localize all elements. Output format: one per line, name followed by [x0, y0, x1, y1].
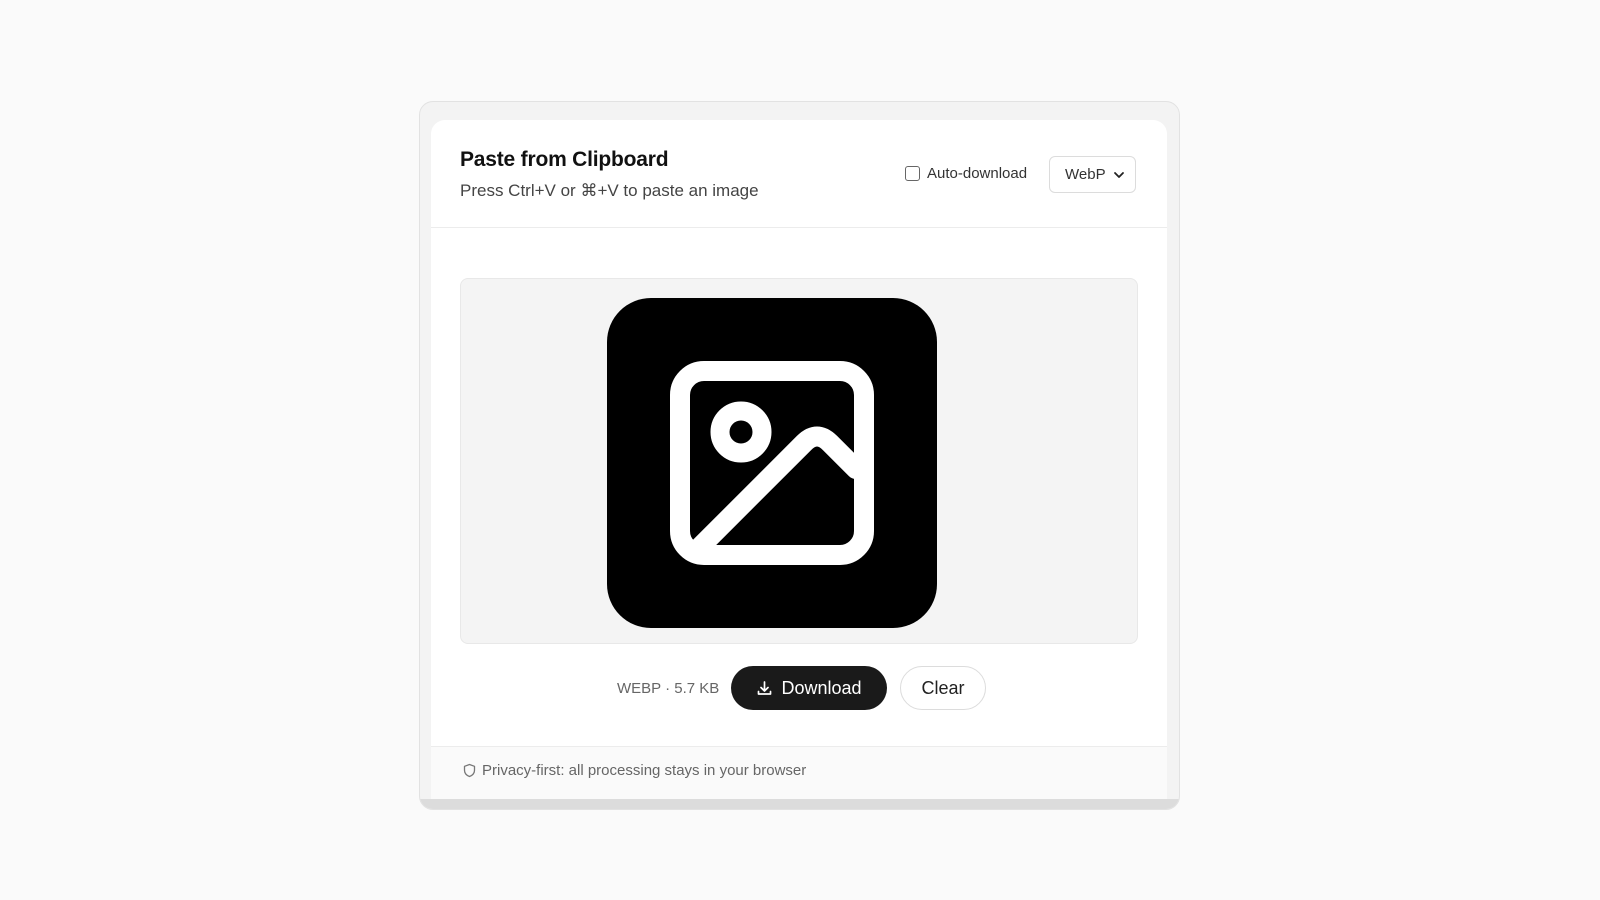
auto-download-toggle[interactable]: Auto-download	[905, 165, 1027, 182]
image-preview	[460, 278, 1138, 644]
paste-card: Paste from Clipboard Press Ctrl+V or ⌘+V…	[431, 120, 1167, 801]
auto-download-label: Auto-download	[927, 165, 1028, 182]
download-button[interactable]: Download	[731, 666, 887, 710]
clear-button[interactable]: Clear	[900, 666, 986, 710]
card-header: Paste from Clipboard Press Ctrl+V or ⌘+V…	[431, 120, 1167, 228]
shield-icon	[463, 763, 476, 778]
clear-label: Clear	[921, 677, 965, 698]
format-select-value: WebP	[1065, 166, 1106, 183]
auto-download-checkbox[interactable]	[905, 166, 920, 181]
actions-row: WEBP · 5.7 KB Download Clear	[431, 666, 1167, 712]
chevron-down-icon	[1114, 172, 1124, 178]
tool-frame: Paste from Clipboard Press Ctrl+V or ⌘+V…	[419, 101, 1180, 810]
download-label: Download	[781, 677, 862, 698]
page-subtitle: Press Ctrl+V or ⌘+V to paste an image	[460, 181, 759, 200]
format-select[interactable]: WebP	[1049, 156, 1136, 193]
download-icon	[758, 680, 772, 695]
card-footer: Privacy-first: all processing stays in y…	[431, 746, 1167, 801]
page-title: Paste from Clipboard	[460, 148, 669, 171]
privacy-text: Privacy-first: all processing stays in y…	[482, 762, 807, 779]
privacy-note: Privacy-first: all processing stays in y…	[462, 762, 806, 779]
file-meta: WEBP · 5.7 KB	[617, 680, 720, 697]
frame-bottom-bar	[420, 799, 1179, 809]
image-icon	[607, 298, 937, 628]
